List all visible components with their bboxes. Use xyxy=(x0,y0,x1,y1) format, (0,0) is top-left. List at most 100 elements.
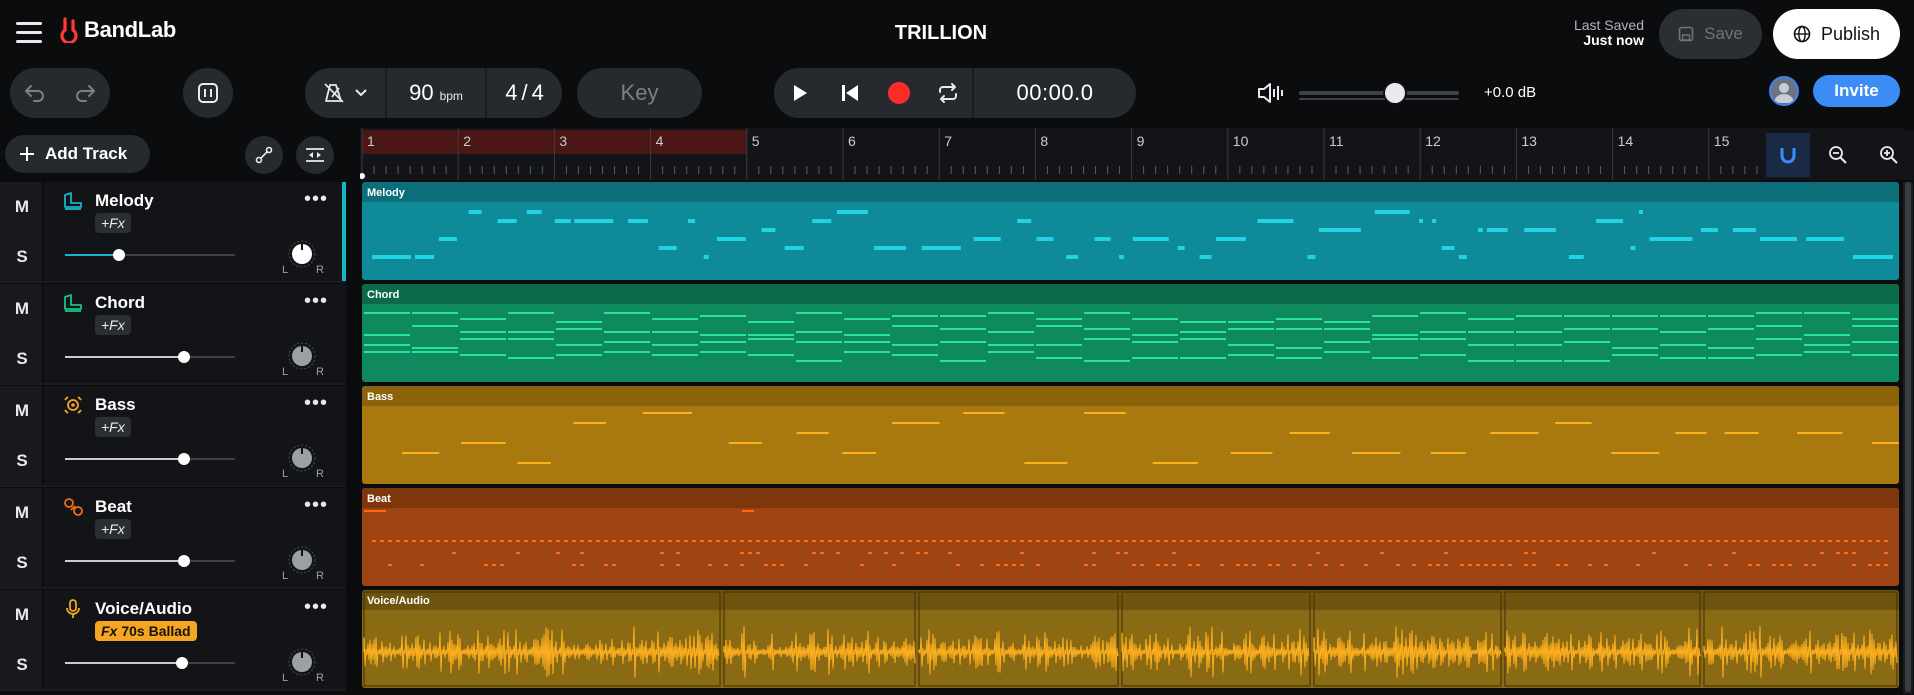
metronome-button[interactable] xyxy=(305,68,387,118)
mute-button[interactable]: M xyxy=(0,386,44,436)
midi-note xyxy=(940,315,986,317)
zoom-out-button[interactable] xyxy=(1816,133,1860,177)
track-name[interactable]: Melody xyxy=(95,191,154,211)
track-name[interactable]: Chord xyxy=(95,293,145,313)
fader-handle[interactable] xyxy=(178,453,190,465)
track-name[interactable]: Bass xyxy=(95,395,136,415)
mute-button[interactable]: M xyxy=(0,488,44,538)
timeline-ruler[interactable]: 1 2 3 4 5 6 7 8 9 10 11 12 13 14 15 xyxy=(360,128,1904,180)
song-title[interactable]: TRILLION xyxy=(895,22,987,44)
midi-note xyxy=(438,237,457,241)
fader-handle[interactable] xyxy=(113,249,126,261)
midi-note xyxy=(1066,255,1079,259)
audio-clip[interactable] xyxy=(1313,591,1502,687)
time-signature-field[interactable]: 4 / 4 xyxy=(487,68,562,118)
midi-note xyxy=(1508,540,1512,542)
time-display[interactable]: 00:00.0 xyxy=(972,68,1136,118)
scrollbar-thumb[interactable] xyxy=(1905,182,1911,692)
more-options-icon[interactable]: ••• xyxy=(304,494,328,517)
midi-note xyxy=(1612,328,1658,330)
track-volume-slider[interactable] xyxy=(65,657,235,669)
zoom-in-button[interactable] xyxy=(1867,133,1911,177)
track-volume-slider[interactable] xyxy=(65,249,235,261)
save-button[interactable]: Save xyxy=(1659,9,1762,59)
mute-button[interactable]: M xyxy=(0,284,44,334)
more-options-icon[interactable]: ••• xyxy=(304,188,328,211)
track-header[interactable]: M S Bass ••• +Fx L R xyxy=(0,386,346,487)
loop-button[interactable] xyxy=(924,68,972,118)
volume-slider-handle[interactable] xyxy=(1383,81,1407,105)
publish-button[interactable]: Publish xyxy=(1773,9,1900,59)
audio-clip[interactable] xyxy=(918,591,1119,687)
add-track-button[interactable]: Add Track xyxy=(5,135,150,173)
track-header[interactable]: M S Melody ••• +Fx L R xyxy=(0,182,346,283)
pan-knob[interactable]: L R xyxy=(282,646,324,686)
midi-note xyxy=(948,540,952,542)
invite-button[interactable]: Invite xyxy=(1813,75,1900,107)
playhead[interactable] xyxy=(360,173,365,179)
track-region[interactable]: Bass xyxy=(362,386,1899,484)
track-settings-button[interactable] xyxy=(296,136,334,174)
solo-button[interactable]: S xyxy=(0,334,44,384)
track-volume-slider[interactable] xyxy=(65,351,235,363)
more-options-icon[interactable]: ••• xyxy=(304,392,328,415)
track-region[interactable]: Beat xyxy=(362,488,1899,586)
pan-knob[interactable]: L R xyxy=(282,238,324,278)
audio-clip[interactable] xyxy=(1504,591,1701,687)
mute-button[interactable]: M xyxy=(0,590,44,640)
track-volume-slider[interactable] xyxy=(65,555,235,567)
midi-note xyxy=(604,312,650,314)
fader-handle[interactable] xyxy=(176,657,189,669)
menu-icon[interactable] xyxy=(16,22,42,44)
track-header[interactable]: M S Beat ••• +Fx L R xyxy=(0,488,346,589)
solo-button[interactable]: S xyxy=(0,640,44,690)
fader-handle[interactable] xyxy=(178,555,190,567)
pan-knob[interactable]: L R xyxy=(282,442,324,482)
brand-logo[interactable]: BandLab xyxy=(58,17,176,43)
midi-note xyxy=(1260,540,1264,542)
automation-button[interactable] xyxy=(245,136,283,174)
pan-knob[interactable]: L R xyxy=(282,544,324,584)
solo-button[interactable]: S xyxy=(0,538,44,588)
speaker-icon[interactable] xyxy=(1257,81,1285,105)
avatar[interactable] xyxy=(1769,76,1799,106)
undo-icon[interactable] xyxy=(23,83,47,103)
midi-note xyxy=(1772,540,1776,542)
track-name[interactable]: Beat xyxy=(95,497,132,517)
track-header[interactable]: M S Voice/Audio ••• Fx 70s Ballad L R xyxy=(0,590,346,691)
more-options-icon[interactable]: ••• xyxy=(304,290,328,313)
midi-note xyxy=(732,540,736,542)
audio-clip[interactable] xyxy=(723,591,916,687)
solo-button[interactable]: S xyxy=(0,232,44,282)
fx-button[interactable]: +Fx xyxy=(95,519,131,539)
loop-region-button[interactable] xyxy=(183,68,233,118)
tempo-field[interactable]: 90 bpm xyxy=(387,68,487,118)
mute-button[interactable]: M xyxy=(0,182,44,232)
volume-slider-track[interactable] xyxy=(1299,91,1459,95)
key-button[interactable]: Key xyxy=(577,68,702,118)
redo-icon[interactable] xyxy=(73,83,97,103)
solo-button[interactable]: S xyxy=(0,436,44,486)
track-header[interactable]: M S Chord ••• +Fx L R xyxy=(0,284,346,385)
track-volume-slider[interactable] xyxy=(65,453,235,465)
track-name[interactable]: Voice/Audio xyxy=(95,599,192,619)
midi-note xyxy=(580,564,584,566)
track-region[interactable]: Chord xyxy=(362,284,1899,382)
vertical-scrollbar[interactable] xyxy=(1903,182,1913,694)
rewind-button[interactable] xyxy=(826,68,874,118)
more-options-icon[interactable]: ••• xyxy=(304,596,328,619)
fx-button[interactable]: +Fx xyxy=(95,213,131,233)
track-region[interactable]: Melody xyxy=(362,182,1899,280)
audio-clip[interactable] xyxy=(1703,591,1898,687)
pan-knob[interactable]: L R xyxy=(282,340,324,380)
arrangement-timeline[interactable]: 1 2 3 4 5 6 7 8 9 10 11 12 13 14 15 Melody Chord Bass … xyxy=(360,128,1914,695)
fx-button[interactable]: +Fx xyxy=(95,417,131,437)
play-button[interactable] xyxy=(774,68,826,118)
snap-button[interactable] xyxy=(1766,133,1811,177)
midi-note xyxy=(508,331,554,333)
track-region[interactable]: Voice/Audio xyxy=(362,590,1899,688)
fx-preset-badge[interactable]: Fx 70s Ballad xyxy=(95,621,197,641)
record-button[interactable] xyxy=(874,68,924,118)
fx-button[interactable]: +Fx xyxy=(95,315,131,335)
fader-handle[interactable] xyxy=(178,351,190,363)
